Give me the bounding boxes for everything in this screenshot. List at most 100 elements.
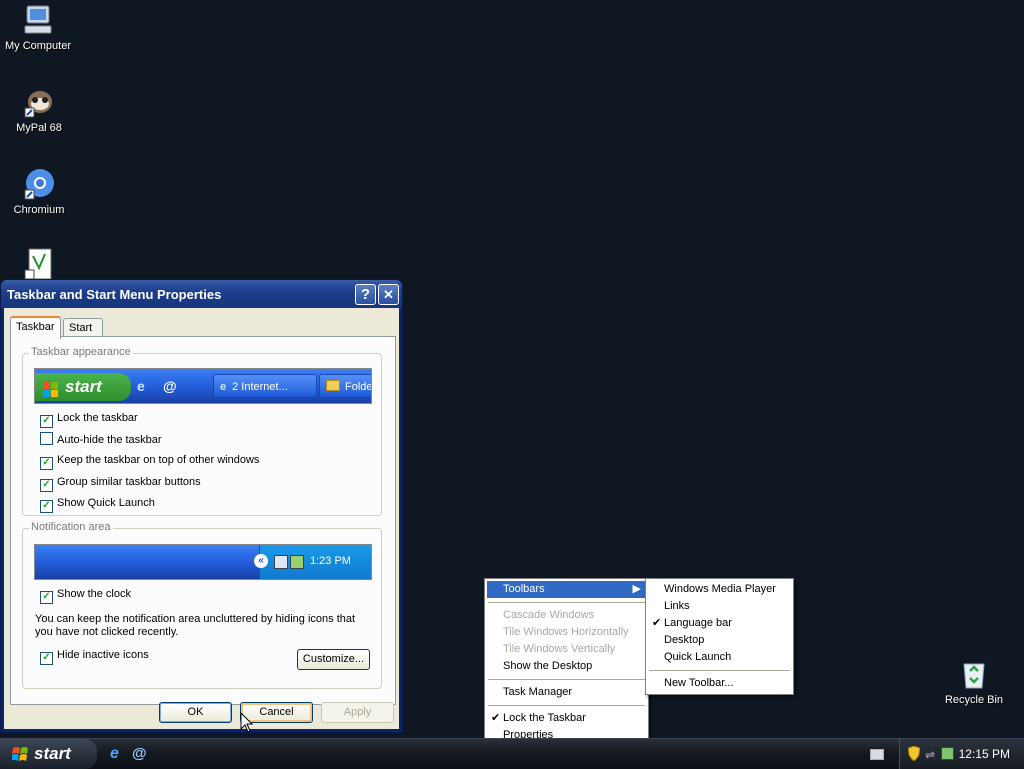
quick-launch-checkbox[interactable]: ✓ Show Quick Launch [40,496,155,513]
keep-on-top-checkbox[interactable]: ✓ Keep the taskbar on top of other window… [40,453,260,470]
ie-icon: e [137,378,145,394]
lock-taskbar-checkbox[interactable]: ✓ Lock the taskbar [40,411,138,428]
preview-start-button: start [35,373,131,401]
taskbar[interactable]: start e @ ⇌ 12:15 PM [0,738,1024,769]
checkbox-label: Hide inactive icons [57,649,149,661]
taskbar-appearance-group: Taskbar appearance start e @ e 2 Internet… [22,346,382,516]
preview-task-folder: Folde [319,374,372,398]
taskbar-context-menu: Toolbars ▶ Cascade Windows Tile Windows … [484,578,649,747]
desktop-icon-chromium[interactable]: Chromium [1,168,77,216]
taskbar-properties-dialog: Taskbar and Start Menu Properties ? ✕ Ta… [1,280,402,732]
menu-item-toolbars[interactable]: Toolbars ▶ [487,581,646,598]
menu-item-lock-taskbar[interactable]: ✔ Lock the Taskbar [487,710,646,727]
menu-separator [488,679,645,680]
group-similar-checkbox[interactable]: ✓ Group similar taskbar buttons [40,475,201,492]
dialog-title: Taskbar and Start Menu Properties [7,287,222,302]
outlook-quick-launch-icon[interactable]: @ [132,745,147,762]
desktop-icon-recycle-bin[interactable]: Recycle Bin [936,658,1012,706]
desktop-icon-label: Recycle Bin [944,694,1004,706]
preview-task-label: Folde [345,381,372,393]
tray-app-icon [290,555,304,569]
preview-start-label: start [65,377,102,396]
document-icon [23,248,55,280]
preview-clock: 1:23 PM [310,555,351,567]
mypal-icon [23,86,55,118]
checkbox-label: Show Quick Launch [57,497,155,509]
preview-tray: « 1:23 PM [254,545,371,579]
menu-item-label: Lock the Taskbar [503,712,586,724]
checkbox-label: Show the clock [57,588,131,600]
folder-icon [326,380,340,391]
taskbar-preview: start e @ e 2 Internet... Folde [34,368,372,404]
menu-separator [649,670,790,671]
dialog-titlebar[interactable]: Taskbar and Start Menu Properties ? ✕ [1,280,402,308]
menu-item-cascade-windows[interactable]: Cascade Windows [487,607,646,624]
desktop-icon-label: My Computer [4,40,72,52]
tab-start-menu[interactable]: Start Menu [63,318,103,352]
preview-task-internet: e 2 Internet... [213,374,317,398]
close-button[interactable]: ✕ [378,284,399,305]
start-button[interactable]: start [0,739,97,769]
desktop-icon-mypal[interactable]: MyPal 68 [1,86,77,134]
menu-item-task-manager[interactable]: Task Manager [487,684,646,701]
submenu-item-quick-launch[interactable]: Quick Launch [648,649,791,666]
desktop-icon-label: MyPal 68 [16,122,62,134]
notification-area-group: Notification area « 1:23 PM ✓ Show the cl… [22,521,382,689]
toolbars-submenu: Windows Media Player Links ✔ Language ba… [645,578,794,695]
hide-inactive-checkbox[interactable]: ✓ Hide inactive icons [40,648,149,665]
menu-item-tile-horizontally[interactable]: Tile Windows Horizontally [487,624,646,641]
checkbox-box [40,432,53,445]
desktop-icon-my-computer[interactable]: My Computer [0,4,76,52]
tray-app-icon[interactable] [941,747,954,760]
menu-separator [488,705,645,706]
computer-icon [22,4,54,36]
checkbox-box: ✓ [40,415,53,428]
tab-taskbar[interactable]: Taskbar [10,316,61,339]
ok-button[interactable]: OK [159,702,232,723]
chevron-left-icon: « [254,554,268,568]
submenu-item-language-bar[interactable]: ✔ Language bar [648,615,791,632]
notification-preview: « 1:23 PM [34,544,372,580]
group-title: Notification area [29,521,113,533]
ie-quick-launch-icon[interactable]: e [110,745,119,763]
checkmark-icon: ✔ [652,617,662,629]
menu-separator [488,602,645,603]
desktop-icon-label: Chromium [13,204,65,216]
submenu-arrow-icon: ▶ [632,583,641,595]
ie-icon: e [220,381,227,393]
security-shield-icon[interactable] [907,745,921,764]
auto-hide-checkbox[interactable]: Auto-hide the taskbar [40,432,162,446]
desktop-icon-unknown[interactable] [1,248,77,284]
network-icon[interactable]: ⇌ [925,748,935,762]
dialog-client: Taskbar Start Menu Taskbar appearance st… [4,308,399,729]
checkbox-box: ✓ [40,591,53,604]
show-clock-checkbox[interactable]: ✓ Show the clock [40,587,131,604]
windows-flag-icon [11,746,29,765]
notification-description: You can keep the notification area unclu… [35,613,356,638]
help-button[interactable]: ? [355,284,376,305]
chromium-icon [23,168,55,200]
checkbox-box: ✓ [40,500,53,513]
taskbar-clock[interactable]: 12:15 PM [959,747,1010,761]
submenu-item-desktop[interactable]: Desktop [648,632,791,649]
system-tray: ⇌ 12:15 PM [899,739,1024,769]
preview-task-label: 2 Internet... [232,381,288,393]
checkbox-label: Group similar taskbar buttons [57,476,201,488]
outlook-icon: @ [163,378,177,394]
checkbox-label: Auto-hide the taskbar [57,434,162,446]
menu-item-show-desktop[interactable]: Show the Desktop [487,658,646,675]
checkbox-box: ✓ [40,652,53,665]
windows-flag-icon [43,379,59,403]
menu-item-label: Toolbars [503,583,545,595]
keyboard-icon[interactable] [870,749,884,760]
menu-item-label: Language bar [664,617,732,629]
submenu-item-links[interactable]: Links [648,598,791,615]
checkbox-label: Lock the taskbar [57,412,138,424]
submenu-item-windows-media-player[interactable]: Windows Media Player [648,581,791,598]
menu-item-tile-vertically[interactable]: Tile Windows Vertically [487,641,646,658]
recycle-bin-icon [958,658,990,690]
customize-button[interactable]: Customize... [297,649,370,670]
apply-button[interactable]: Apply [321,702,394,723]
checkbox-label: Keep the taskbar on top of other windows [57,454,260,466]
submenu-item-new-toolbar[interactable]: New Toolbar... [648,675,791,692]
